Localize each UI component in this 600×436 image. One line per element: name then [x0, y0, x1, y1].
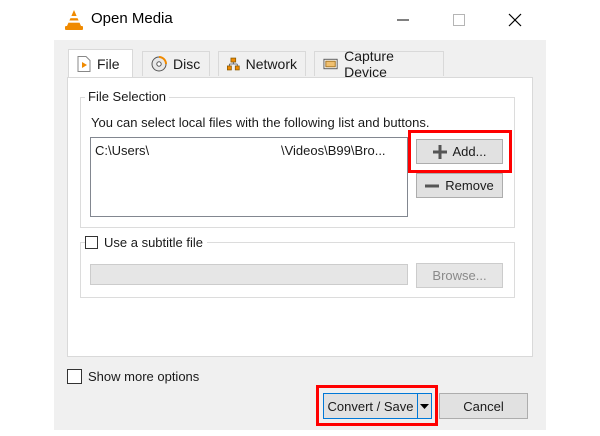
tab-capture-device-label: Capture Device	[344, 48, 394, 80]
remove-button-label: Remove	[445, 178, 494, 193]
subtitle-checkbox-label: Use a subtitle file	[104, 234, 203, 250]
file-selection-description: You can select local files with the foll…	[91, 115, 430, 130]
maximize-button[interactable]	[436, 0, 482, 40]
tab-disc-label: Disc	[173, 56, 201, 72]
file-list[interactable]: C:\Users\ \Videos\B99\Bro...	[90, 137, 408, 217]
close-button[interactable]	[492, 0, 538, 40]
show-more-options-row[interactable]: Show more options	[67, 367, 199, 385]
window-title: Open Media	[91, 10, 173, 27]
add-button-highlight	[408, 130, 512, 173]
file-path-end: \Videos\B99\Bro...	[281, 143, 386, 158]
file-selection-group-label: File Selection	[85, 89, 170, 104]
minimize-button[interactable]	[380, 0, 426, 40]
close-icon	[508, 13, 522, 27]
tab-file[interactable]: File	[68, 49, 133, 77]
subtitle-path-field	[90, 264, 408, 285]
remove-button[interactable]: Remove	[416, 173, 503, 198]
file-play-icon	[77, 55, 91, 72]
tab-file-label: File	[97, 55, 120, 72]
capture-device-icon	[323, 58, 338, 70]
minus-icon	[425, 184, 440, 187]
tab-disc[interactable]: Disc	[142, 51, 210, 76]
show-more-options-label: Show more options	[88, 368, 200, 384]
disc-icon	[151, 56, 167, 72]
subtitle-checkbox-row[interactable]: Use a subtitle file	[85, 233, 207, 251]
network-icon	[227, 57, 240, 71]
minimize-icon	[397, 19, 409, 21]
subtitle-checkbox[interactable]	[85, 235, 98, 249]
maximize-icon	[453, 14, 465, 26]
cancel-button[interactable]: Cancel	[439, 393, 528, 419]
title-bar: Open Media	[54, 0, 546, 40]
convert-save-highlight	[316, 385, 438, 426]
cancel-button-label: Cancel	[463, 398, 504, 414]
show-more-options-checkbox[interactable]	[67, 368, 82, 384]
tab-network[interactable]: Network	[218, 51, 306, 76]
browse-button-label: Browse...	[432, 268, 487, 283]
browse-button: Browse...	[416, 263, 503, 288]
list-item[interactable]: C:\Users\ \Videos\B99\Bro...	[95, 143, 403, 159]
tab-capture-device[interactable]: Capture Device	[314, 48, 444, 80]
vlc-cone-icon	[64, 9, 84, 31]
tab-network-label: Network	[245, 56, 297, 72]
file-path-start: C:\Users\	[95, 143, 150, 158]
